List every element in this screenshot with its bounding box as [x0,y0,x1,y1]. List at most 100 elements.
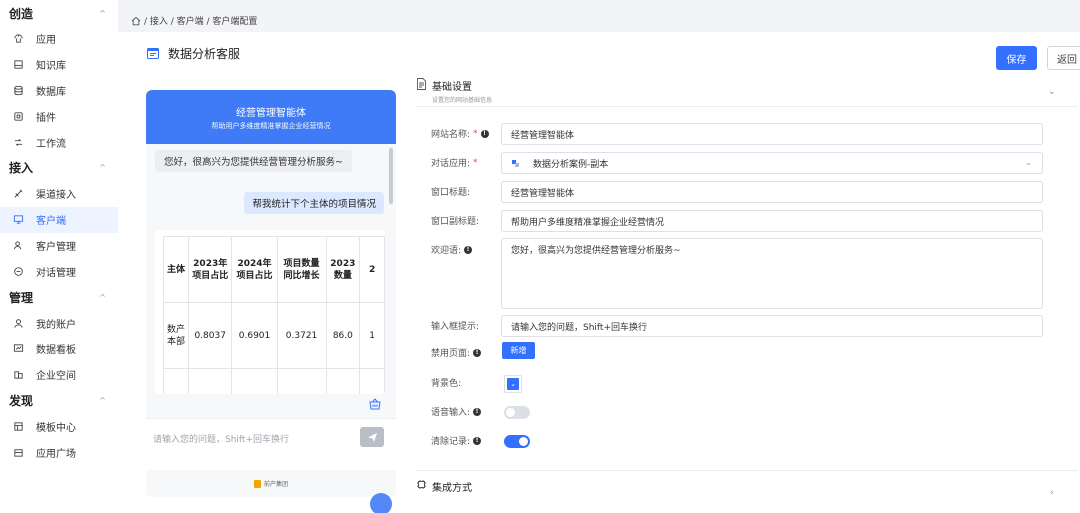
voice-input-toggle[interactable] [504,406,530,419]
table-header-cell: 2 [359,236,385,303]
bg-color-label: 背景色: [431,379,462,389]
breadcrumb-path[interactable]: / 接入 / 客户端 / 客户端配置 [144,14,257,27]
disabled-pages-label: 禁用页面:! [431,346,482,359]
add-disabled-page-button[interactable]: 新增 [502,342,535,359]
section-divider [416,470,1078,471]
integration-header[interactable]: 集成方式 [416,479,472,494]
info-icon: ! [473,436,482,445]
main-panel: 数据分析客服 保存 返回 经营管理智能体 帮助用户多维度精准掌握企业经营情况 您… [118,32,1080,513]
table-header-cell: 2023年项目占比 [188,236,233,303]
bot-message: 您好，很高兴为您提供经营管理分析服务~ [155,150,352,172]
input-hint-input[interactable]: 请输入您的问题，Shift+回车换行 [501,315,1043,337]
clear-history-toggle[interactable] [504,435,530,448]
sidebar-item[interactable]: 对话管理 [0,258,118,284]
clear-basket-icon[interactable] [368,397,382,411]
app-icon [512,159,519,167]
table-cell [231,368,278,394]
chat-input-placeholder[interactable]: 请输入您的问题，Shift+回车换行 [153,432,289,445]
chat-scrollbar[interactable] [389,148,393,204]
book-icon [12,59,24,71]
dashboard-icon [12,343,24,355]
sidebar-section-header[interactable]: 发现 ^ [0,388,118,414]
save-button[interactable]: 保存 [996,46,1037,70]
sidebar-item[interactable]: 数据看板 [0,336,118,362]
chevron-up-icon[interactable]: ^ [99,293,106,302]
sidebar-section-header[interactable]: 接入 ^ [0,155,118,181]
integration-title: 集成方式 [432,483,472,494]
sidebar-item-label: 应用 [36,35,56,47]
basic-settings-header[interactable]: 基础设置 设置您的网站基础信息 [416,78,492,104]
sidebar-item[interactable]: 模板中心 [0,414,118,440]
chat-header: 经营管理智能体 帮助用户多维度精准掌握企业经营情况 [146,90,396,144]
chevron-right-icon[interactable]: › [1050,488,1054,498]
table-cell: 0.3721 [276,302,327,369]
floating-chat-button[interactable] [370,493,392,513]
bg-color-picker[interactable]: ⌄ [504,375,522,393]
table-cell: 数产本部 [162,302,190,369]
window-title-input[interactable]: 经营管理智能体 [501,181,1043,203]
chevron-down-icon[interactable]: ⌄ [1025,158,1032,167]
window-subtitle-label: 窗口副标题: [431,217,480,227]
table-cell: 0.6901 [231,302,278,369]
sidebar-item-label: 客户管理 [36,241,76,253]
table-cell: 0.8037 [188,302,233,369]
table-row: 市场 [162,368,385,394]
sidebar-item[interactable]: 应用广场 [0,439,118,465]
table-header-cell: 2023数量 [325,236,361,303]
sidebar-item-label: 渠道接入 [36,190,76,202]
site-name-input[interactable]: 经营管理智能体 [501,123,1043,145]
sidebar-item[interactable]: 插件 [0,103,118,129]
chat-input-area[interactable]: 请输入您的问题，Shift+回车换行 [146,418,396,470]
send-icon [367,432,377,442]
sidebar-item[interactable]: 工作流 [0,129,118,155]
sidebar-item[interactable]: 我的账户 [0,310,118,336]
info-icon: ! [480,129,489,138]
table-header-cell: 主体 [162,236,190,303]
chat-bot-name: 经营管理智能体 [236,108,306,119]
basic-settings-title: 基础设置 [432,82,472,93]
result-table-card: 主体 2023年项目占比 2024年项目占比 项目数量同比增长 2023数量 2 数产本部… [155,230,385,394]
chevron-up-icon[interactable]: ^ [99,9,106,18]
result-table: 主体 2023年项目占比 2024年项目占比 项目数量同比增长 2023数量 2 数产本部… [162,236,385,394]
chevron-down-icon[interactable]: ⌄ [1048,87,1056,97]
back-button[interactable]: 返回 [1047,46,1080,70]
template-icon [12,420,24,432]
sidebar-item[interactable]: 企业空间 [0,362,118,388]
basic-settings-desc: 设置您的网站基础信息 [432,97,493,104]
sidebar-item-label: 工作流 [36,138,66,150]
chat-preview: 经营管理智能体 帮助用户多维度精准掌握企业经营情况 您好，很高兴为您提供经营管理… [146,90,396,497]
welcome-label: 欢迎语:! [431,243,473,256]
info-icon: ! [473,348,482,357]
home-icon[interactable] [131,16,141,26]
window-title-label: 窗口标题: [431,188,471,198]
sidebar-item[interactable]: 渠道接入 [0,181,118,207]
window-icon [147,48,159,59]
app-select-value: 数据分析案例-副本 [533,159,609,170]
page-title: 数据分析客服 [168,47,241,61]
table-cell [359,368,385,394]
database-icon [12,84,24,96]
building-icon [12,369,24,381]
workflow-icon [12,136,24,148]
window-subtitle-input[interactable]: 帮助用户多维度精准掌握企业经营情况 [501,210,1043,232]
send-button[interactable] [360,427,384,447]
input-hint-label: 输入框提示: [431,322,480,332]
sidebar-item[interactable]: 客户端 [0,206,118,233]
user-icon [12,317,24,329]
store-icon [12,446,24,458]
user-message: 帮我统计下个主体的项目情况 [244,192,384,214]
sidebar-item[interactable]: 客户管理 [0,233,118,259]
sidebar-item[interactable]: 知识库 [0,52,118,78]
sidebar-section-header[interactable]: 管理 ^ [0,284,118,310]
app-label: 对话应用: * [431,157,478,170]
sidebar-item-label: 客户端 [36,216,66,228]
sidebar-section-header[interactable]: 创造 ^ [0,0,118,26]
welcome-textarea[interactable]: 您好，很高兴为您提供经营管理分析服务~ [501,238,1043,309]
chevron-up-icon[interactable]: ^ [99,163,106,172]
app-select[interactable]: 数据分析案例-副本 ⌄ [501,152,1043,174]
chevron-up-icon[interactable]: ^ [99,396,106,405]
footer-logo-icon [253,479,261,488]
sidebar-item[interactable]: 数据库 [0,78,118,104]
sidebar-item[interactable]: 应用 [0,26,118,52]
users-icon [12,239,24,251]
